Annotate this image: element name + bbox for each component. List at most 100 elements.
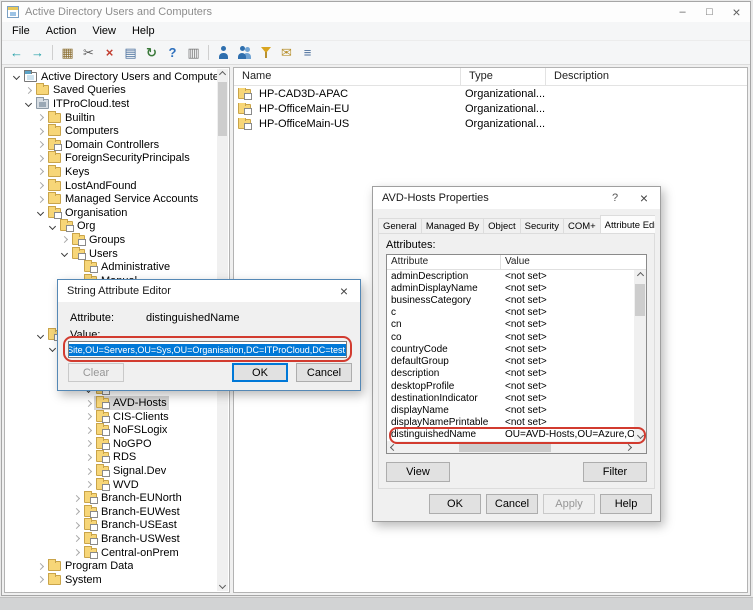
refresh-icon[interactable]: ↻ (141, 43, 162, 63)
cancel-button[interactable]: Cancel (296, 363, 352, 382)
expand-chevron-icon[interactable] (22, 88, 34, 93)
tree-item[interactable]: Saved Queries (6, 84, 217, 98)
delete-icon[interactable]: × (99, 43, 120, 63)
help-icon[interactable]: ? (162, 43, 183, 63)
collapse-chevron-icon[interactable] (46, 224, 58, 229)
tree-item[interactable]: Central-onPrem (6, 546, 217, 560)
expand-chevron-icon[interactable] (70, 523, 82, 528)
dialog-close-icon[interactable]: × (328, 280, 360, 302)
expand-chevron-icon[interactable] (34, 129, 46, 134)
scrollbar-thumb[interactable] (635, 284, 645, 316)
scroll-down-icon[interactable] (634, 430, 646, 441)
collapse-chevron-icon[interactable] (10, 74, 22, 79)
expand-chevron-icon[interactable] (82, 401, 94, 406)
tab-com-[interactable]: COM+ (563, 218, 601, 233)
tree-item[interactable]: AVD-Hosts (6, 396, 217, 410)
expand-chevron-icon[interactable] (34, 169, 46, 174)
attribute-list-hscrollbar[interactable] (387, 441, 634, 453)
attribute-row[interactable]: displayName<not set> (387, 404, 634, 416)
attribute-row[interactable]: destinationIndicator<not set> (387, 392, 634, 404)
create-group-icon[interactable] (234, 43, 255, 63)
value-input[interactable]: =Azure,OU=Site,OU=Servers,OU=Sys,OU=Orga… (68, 341, 347, 358)
expand-chevron-icon[interactable] (34, 183, 46, 188)
attribute-row[interactable]: cn<not set> (387, 319, 634, 331)
attribute-row[interactable]: distinguishedNameOU=AVD-Hosts,OU=Azure,O… (387, 429, 634, 441)
properties-list-icon[interactable]: ▤ (120, 43, 141, 63)
expand-chevron-icon[interactable] (34, 115, 46, 120)
forward-icon[interactable]: → (27, 43, 48, 63)
expand-chevron-icon[interactable] (58, 237, 70, 242)
list-item[interactable]: HP-CAD3D-APACOrganizational... (234, 86, 747, 101)
expand-chevron-icon[interactable] (34, 142, 46, 147)
expand-chevron-icon[interactable] (34, 197, 46, 202)
expand-chevron-icon[interactable] (82, 469, 94, 474)
filter-button[interactable]: Filter (583, 462, 647, 482)
dialog-close-icon[interactable]: × (628, 187, 660, 209)
attribute-row[interactable]: businessCategory<not set> (387, 294, 634, 306)
expand-chevron-icon[interactable] (70, 550, 82, 555)
attribute-row[interactable]: defaultGroup<not set> (387, 356, 634, 368)
tree-item[interactable]: CIS-Clients (6, 410, 217, 424)
tree-item[interactable]: NoFSLogix (6, 423, 217, 437)
expand-chevron-icon[interactable] (34, 564, 46, 569)
collapse-chevron-icon[interactable] (34, 333, 46, 338)
scroll-up-icon[interactable] (634, 270, 646, 281)
tree-item[interactable]: Computers (6, 124, 217, 138)
tree-item[interactable]: Keys (6, 165, 217, 179)
tree-item[interactable]: System (6, 573, 217, 587)
maximize-button[interactable]: □ (696, 2, 723, 22)
menu-view[interactable]: View (84, 23, 124, 39)
tab-managed-by[interactable]: Managed By (421, 218, 484, 233)
tree-item[interactable]: Active Directory Users and Computers [AD… (6, 70, 217, 84)
create-user-icon[interactable] (213, 43, 234, 63)
clear-button[interactable]: Clear (68, 363, 124, 382)
attribute-row[interactable]: adminDescription<not set> (387, 270, 634, 282)
attribute-row[interactable]: displayNamePrintable<not set> (387, 417, 634, 429)
back-icon[interactable]: ← (6, 43, 27, 63)
tree-item[interactable]: Org (6, 220, 217, 234)
tree-item[interactable]: LostAndFound (6, 179, 217, 193)
help-button[interactable]: Help (600, 494, 652, 514)
tree-item[interactable]: Builtin (6, 111, 217, 125)
menu-action[interactable]: Action (38, 23, 85, 39)
expand-chevron-icon[interactable] (34, 577, 46, 582)
tree-item[interactable]: Branch-EUNorth (6, 491, 217, 505)
attr-column-header-attribute[interactable]: Attribute (387, 255, 501, 269)
send-mail-icon[interactable]: ✉ (276, 43, 297, 63)
cancel-button[interactable]: Cancel (486, 494, 538, 514)
tree-item[interactable]: Signal.Dev (6, 464, 217, 478)
view-button[interactable]: View (386, 462, 450, 482)
tree-item[interactable]: ForeignSecurityPrincipals (6, 152, 217, 166)
expand-chevron-icon[interactable] (82, 414, 94, 419)
collapse-chevron-icon[interactable] (58, 251, 70, 256)
scroll-right-icon[interactable] (622, 441, 634, 453)
expand-chevron-icon[interactable] (34, 156, 46, 161)
tree-item[interactable]: Program Data (6, 559, 217, 573)
tree-item[interactable]: Branch-USWest (6, 532, 217, 546)
expand-chevron-icon[interactable] (82, 482, 94, 487)
ok-button[interactable]: OK (232, 363, 288, 382)
minimize-button[interactable]: – (669, 2, 696, 22)
column-header-description[interactable]: Description (546, 68, 747, 85)
tree-item[interactable]: Users (6, 247, 217, 261)
menu-file[interactable]: File (4, 23, 38, 39)
expand-chevron-icon[interactable] (82, 441, 94, 446)
export-list-icon[interactable]: ▥ (183, 43, 204, 63)
apply-button[interactable]: Apply (543, 494, 595, 514)
attribute-row[interactable]: co<not set> (387, 331, 634, 343)
attr-column-header-value[interactable]: Value (501, 255, 646, 269)
attribute-row[interactable]: desktopProfile<not set> (387, 380, 634, 392)
tree-item[interactable]: ITProCloud.test (6, 97, 217, 111)
attribute-row[interactable]: countryCode<not set> (387, 343, 634, 355)
tree-item[interactable]: Branch-USEast (6, 519, 217, 533)
cut-icon[interactable]: ✂ (78, 43, 99, 63)
expand-chevron-icon[interactable] (70, 536, 82, 541)
column-header-name[interactable]: Name (234, 68, 461, 85)
attribute-row[interactable]: c<not set> (387, 307, 634, 319)
expand-chevron-icon[interactable] (82, 455, 94, 460)
tree-item[interactable]: Managed Service Accounts (6, 192, 217, 206)
list-item[interactable]: HP-OfficeMain-EUOrganizational... (234, 101, 747, 116)
collapse-chevron-icon[interactable] (22, 101, 34, 106)
expand-chevron-icon[interactable] (70, 496, 82, 501)
tree-item[interactable]: Groups (6, 233, 217, 247)
